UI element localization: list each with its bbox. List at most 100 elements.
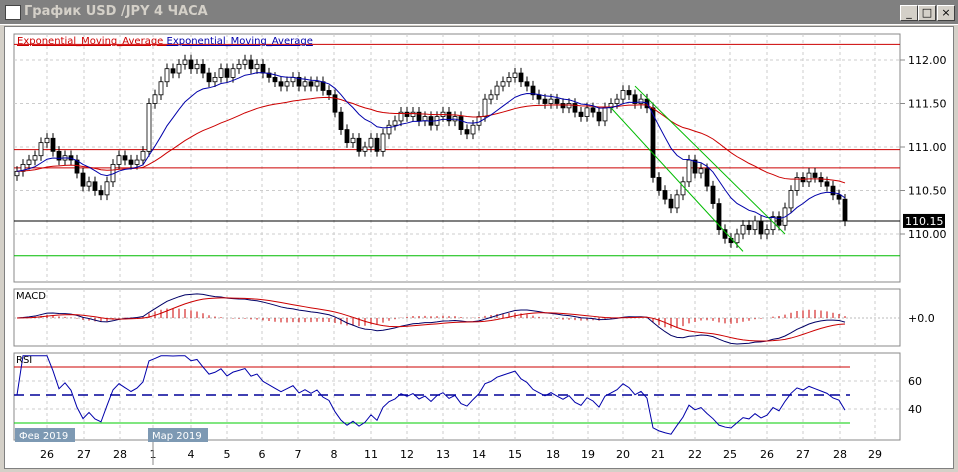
candle-body: [500, 81, 506, 87]
date-label: 25: [723, 448, 737, 461]
candle-body: [554, 98, 560, 104]
candle-body: [620, 90, 626, 100]
date-label: 26: [40, 448, 54, 461]
candle-body: [200, 63, 206, 74]
price-tick-label: 112.00: [908, 54, 947, 67]
candle-body: [626, 90, 632, 96]
rsi-label: RSI: [16, 355, 32, 366]
candle-body: [176, 63, 182, 74]
candle-body: [344, 129, 350, 144]
candle-body: [206, 72, 212, 83]
candle-body: [674, 194, 680, 209]
candle-body: [710, 185, 716, 204]
candle-body: [566, 103, 572, 109]
candle-body: [704, 168, 710, 187]
candle-body: [590, 107, 596, 113]
date-label: 21: [651, 448, 665, 461]
candle-body: [308, 81, 314, 87]
candle-body: [218, 68, 224, 78]
candle-body: [170, 68, 176, 74]
candle-body: [740, 224, 746, 235]
candle-body: [662, 190, 668, 200]
candle-body: [824, 181, 830, 187]
candle-body: [818, 177, 824, 183]
candle-body: [224, 68, 230, 78]
date-label: 18: [546, 448, 560, 461]
candle-body: [464, 129, 470, 135]
window-title: График USD /JPY 4 ЧАСА: [24, 4, 208, 19]
candle-body: [32, 155, 38, 161]
candle-body: [830, 185, 836, 196]
candle-body: [122, 155, 128, 161]
candle-body: [752, 220, 758, 231]
candle-body: [842, 198, 848, 222]
candle-body: [542, 98, 548, 104]
candle-body: [686, 159, 692, 183]
candle-body: [314, 81, 320, 87]
legend-ema1: Exponential_Moving_Average: [17, 36, 167, 47]
candle-body: [386, 124, 392, 135]
date-label: 26: [760, 448, 774, 461]
close-button[interactable]: ×: [937, 5, 955, 21]
candle-body: [548, 98, 554, 104]
candle-body: [146, 103, 152, 152]
month-label: Мар 2019: [152, 431, 202, 442]
candle-body: [374, 137, 380, 152]
candle-body: [212, 77, 218, 83]
candle-body: [404, 111, 410, 117]
date-label: 11: [364, 448, 378, 461]
candle-body: [470, 124, 476, 135]
candle-body: [494, 85, 500, 96]
date-label: 29: [868, 448, 882, 461]
maximize-button[interactable]: □: [918, 5, 936, 21]
candle-body: [734, 233, 740, 244]
candle-body: [182, 59, 188, 65]
date-label: 8: [331, 448, 338, 461]
candle-body: [236, 63, 242, 70]
candle-body: [260, 63, 266, 74]
candle-body: [194, 63, 200, 70]
date-label: 27: [77, 448, 91, 461]
candle-body: [758, 220, 764, 235]
candle-body: [668, 198, 674, 209]
candle-body: [560, 103, 566, 109]
candle-body: [536, 94, 542, 100]
candle-body: [656, 177, 662, 191]
candle-body: [614, 98, 620, 104]
chart-canvas[interactable]: 2627281456781112131415181920212225262728…: [5, 27, 953, 468]
candle-body: [80, 172, 86, 187]
candle-body: [116, 155, 122, 165]
date-label: 14: [472, 448, 486, 461]
candle-body: [272, 77, 278, 83]
candle-body: [638, 98, 644, 104]
candle-body: [410, 111, 416, 117]
date-label: 19: [581, 448, 595, 461]
legend: Exponential_Moving_Average Exponential_M…: [17, 36, 313, 47]
current-price-label: 110.15: [905, 215, 944, 228]
candle-body: [584, 107, 590, 117]
candle-body: [188, 59, 194, 70]
date-label: 15: [508, 448, 522, 461]
candle-body: [698, 168, 704, 174]
minimize-button[interactable]: _: [900, 5, 918, 21]
candle-body: [332, 94, 338, 113]
candle-body: [650, 107, 656, 178]
candle-body: [98, 190, 104, 196]
candle-body: [746, 224, 752, 231]
chart-icon: [5, 5, 21, 20]
chart-window[interactable]: 2627281456781112131415181920212225262728…: [4, 26, 954, 469]
candle-body: [368, 137, 374, 148]
candle-body: [248, 59, 254, 70]
date-label: 12: [400, 448, 414, 461]
candle-body: [506, 77, 512, 83]
candle-body: [578, 111, 584, 117]
month-label: Фев 2019: [19, 431, 68, 442]
candle-body: [836, 194, 842, 200]
candle-body: [602, 107, 608, 122]
candle-body: [380, 133, 386, 152]
candle-body: [38, 142, 44, 157]
candle-body: [86, 181, 92, 187]
candle-body: [134, 159, 140, 165]
candle-body: [812, 172, 818, 178]
rsi-tick-label: 60: [908, 375, 922, 388]
